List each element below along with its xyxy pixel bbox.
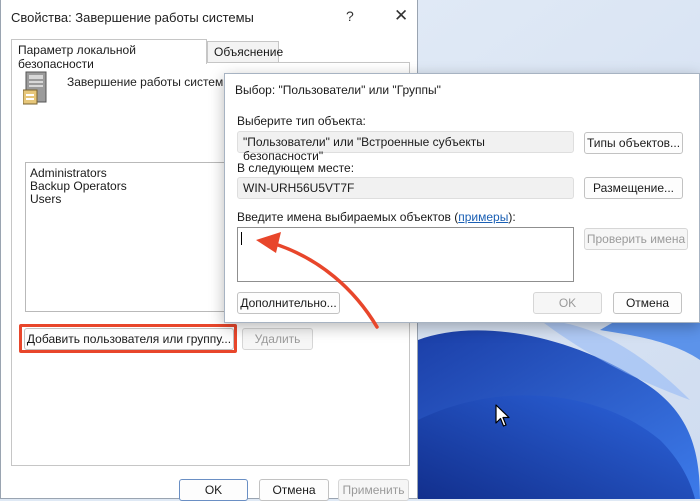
location-field: WIN-URH56U5VT7F bbox=[237, 177, 574, 199]
tab-explain[interactable]: Объяснение bbox=[207, 41, 283, 63]
object-names-input[interactable] bbox=[237, 227, 574, 282]
location-label: В следующем месте: bbox=[237, 161, 355, 175]
names-label: Введите имена выбираемых объектов (приме… bbox=[237, 210, 516, 224]
examples-link[interactable]: примеры bbox=[458, 210, 508, 224]
advanced-button[interactable]: Дополнительно... bbox=[237, 292, 340, 314]
mouse-cursor-icon bbox=[495, 404, 510, 427]
ok-button[interactable]: OK bbox=[179, 479, 248, 501]
remove-button[interactable]: Удалить bbox=[242, 328, 313, 350]
select-users-dialog: Выбор: "Пользователи" или "Группы" Выбер… bbox=[224, 73, 700, 323]
object-type-label: Выберите тип объекта: bbox=[237, 114, 366, 128]
check-names-button[interactable]: Проверить имена bbox=[584, 228, 688, 250]
dialog-title: Выбор: "Пользователи" или "Группы" bbox=[235, 83, 441, 97]
text-caret bbox=[241, 232, 242, 245]
policy-title: Завершение работы системы bbox=[67, 75, 232, 89]
ok-button[interactable]: OK bbox=[533, 292, 602, 314]
cancel-button[interactable]: Отмена bbox=[613, 292, 682, 314]
object-type-field: "Пользователи" или "Встроенные субъекты … bbox=[237, 131, 574, 163]
highlight-box bbox=[19, 324, 237, 353]
object-types-button[interactable]: Типы объектов... bbox=[584, 132, 683, 154]
policy-computer-icon bbox=[23, 71, 47, 105]
dialog-title: Свойства: Завершение работы системы bbox=[11, 10, 254, 25]
tab-local-security-setting[interactable]: Параметр локальной безопасности bbox=[11, 39, 207, 71]
close-button[interactable]: ✕ bbox=[394, 6, 408, 26]
locations-button[interactable]: Размещение... bbox=[584, 177, 683, 199]
cancel-button[interactable]: Отмена bbox=[259, 479, 329, 501]
help-button[interactable]: ? bbox=[346, 8, 354, 24]
apply-button[interactable]: Применить bbox=[338, 479, 409, 501]
